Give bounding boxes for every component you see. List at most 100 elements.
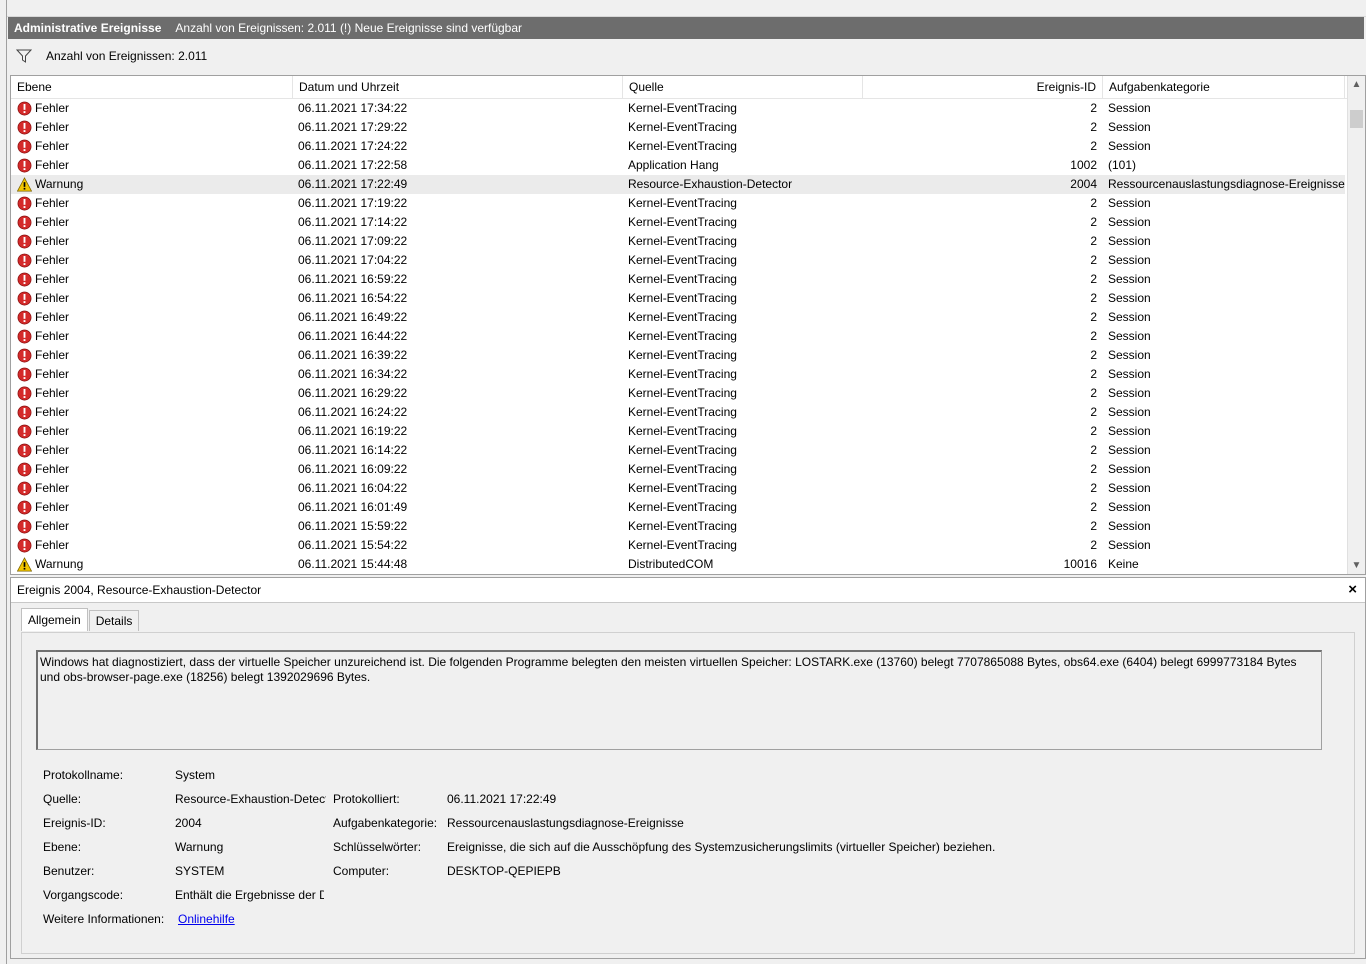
table-row[interactable]: Fehler 06.11.2021 16:04:22 Kernel-EventTra… (11, 479, 1345, 498)
tab-details[interactable]: Details (88, 610, 140, 631)
cell-task-category: Session (1108, 424, 1151, 438)
cell-level: Warnung (17, 555, 293, 574)
cell-task-category: Session (1108, 215, 1151, 229)
vertical-scrollbar[interactable]: ▲ ▼ (1347, 76, 1365, 574)
column-header-date[interactable]: Datum und Uhrzeit (293, 76, 623, 98)
cell-source: Kernel-EventTracing (628, 519, 737, 533)
cell-source: Application Hang (628, 158, 719, 172)
table-row[interactable]: Fehler 06.11.2021 16:09:22 Kernel-EventTra… (11, 460, 1345, 479)
label-schluesselwoerter: Schlüsselwörter: (333, 840, 422, 854)
table-header: Ebene Datum und Uhrzeit Quelle Ereignis-… (11, 76, 1365, 99)
cell-task-category: Session (1108, 538, 1151, 552)
cell-date: 06.11.2021 15:54:22 (298, 538, 408, 552)
table-row[interactable]: Fehler 06.11.2021 16:34:22 Kernel-EventTra… (11, 365, 1345, 384)
cell-level: Fehler (17, 194, 293, 213)
event-detail-panel: Ereignis 2004, Resource-Exhaustion-Detec… (10, 577, 1366, 959)
table-row[interactable]: Fehler 06.11.2021 17:09:22 Kernel-EventTra… (11, 232, 1345, 251)
column-header-source[interactable]: Quelle (623, 76, 863, 98)
table-row[interactable]: Fehler 06.11.2021 16:19:22 Kernel-EventTra… (11, 422, 1345, 441)
table-row[interactable]: Warnung 06.11.2021 17:22:49 Resource-Exhau… (11, 175, 1345, 194)
cell-level: Fehler (17, 403, 293, 422)
column-header-level[interactable]: Ebene (11, 76, 293, 98)
level-text: Fehler (35, 196, 70, 210)
scroll-up-icon[interactable]: ▲ (1348, 76, 1365, 93)
cell-date: 06.11.2021 15:44:48 (298, 557, 408, 571)
cell-level: Fehler (17, 536, 293, 555)
label-protokolliert: Protokolliert: (333, 792, 400, 806)
table-row[interactable]: Fehler 06.11.2021 17:22:58 Application Han… (11, 156, 1345, 175)
cell-event-id: 2 (1090, 500, 1097, 514)
cell-date: 06.11.2021 16:01:49 (298, 500, 408, 514)
table-row[interactable]: Fehler 06.11.2021 15:54:22 Kernel-EventTra… (11, 536, 1345, 555)
cell-date: 06.11.2021 17:34:22 (298, 101, 408, 115)
cell-source: Kernel-EventTracing (628, 462, 737, 476)
online-help-link[interactable]: Onlinehilfe (178, 911, 298, 927)
table-row[interactable]: Fehler 06.11.2021 16:24:22 Kernel-EventTra… (11, 403, 1345, 422)
value-ereignis-id: 2004 (175, 816, 202, 830)
cell-source: Kernel-EventTracing (628, 291, 737, 305)
cell-task-category: Session (1108, 348, 1151, 362)
table-row[interactable]: Fehler 06.11.2021 17:14:22 Kernel-EventTra… (11, 213, 1345, 232)
label-benutzer: Benutzer: (43, 864, 95, 878)
cell-event-id: 2 (1090, 443, 1097, 457)
cell-event-id: 2 (1090, 405, 1097, 419)
cell-level: Fehler (17, 327, 293, 346)
level-text: Fehler (35, 367, 70, 381)
cell-task-category: Session (1108, 329, 1151, 343)
value-computer: DESKTOP-QEPIEPB (447, 864, 561, 878)
event-description[interactable]: Windows hat diagnostiziert, dass der vir… (36, 650, 1322, 750)
cell-date: 06.11.2021 17:04:22 (298, 253, 408, 267)
table-row[interactable]: Fehler 06.11.2021 17:04:22 Kernel-EventTra… (11, 251, 1345, 270)
cell-task-category: Session (1108, 196, 1151, 210)
table-row[interactable]: Fehler 06.11.2021 17:34:22 Kernel-EventTra… (11, 99, 1345, 118)
scroll-down-icon[interactable]: ▼ (1348, 557, 1365, 574)
level-text: Fehler (35, 424, 70, 438)
level-text: Warnung (35, 557, 84, 571)
column-header-event-id[interactable]: Ereignis-ID (863, 76, 1103, 98)
error-icon (17, 538, 32, 553)
cell-source: Kernel-EventTracing (628, 481, 737, 495)
cell-source: Kernel-EventTracing (628, 500, 737, 514)
level-text: Fehler (35, 272, 70, 286)
cell-task-category: Session (1108, 272, 1151, 286)
cell-date: 06.11.2021 16:14:22 (298, 443, 408, 457)
tab-allgemein[interactable]: Allgemein (21, 608, 88, 631)
cell-source: Kernel-EventTracing (628, 367, 737, 381)
event-table: Ebene Datum und Uhrzeit Quelle Ereignis-… (10, 75, 1366, 575)
cell-date: 06.11.2021 16:59:22 (298, 272, 408, 286)
cell-source: Kernel-EventTracing (628, 101, 737, 115)
filter-icon[interactable] (16, 48, 32, 64)
table-row[interactable]: Fehler 06.11.2021 17:29:22 Kernel-EventTra… (11, 118, 1345, 137)
cell-level: Fehler (17, 289, 293, 308)
left-pane-edge (0, 0, 7, 964)
close-icon[interactable]: × (1348, 578, 1357, 602)
table-row[interactable]: Fehler 06.11.2021 16:49:22 Kernel-EventTra… (11, 308, 1345, 327)
table-row[interactable]: Fehler 06.11.2021 16:44:22 Kernel-EventTra… (11, 327, 1345, 346)
scroll-thumb[interactable] (1350, 110, 1363, 128)
panel-titlebar: Administrative Ereignisse Anzahl von Ere… (8, 17, 1364, 39)
table-row[interactable]: Fehler 06.11.2021 17:19:22 Kernel-EventTra… (11, 194, 1345, 213)
cell-source: Kernel-EventTracing (628, 196, 737, 210)
cell-task-category: Ressourcenauslastungsdiagnose-Ereignisse (1108, 177, 1345, 191)
table-row[interactable]: Fehler 06.11.2021 15:59:22 Kernel-EventTra… (11, 517, 1345, 536)
table-row[interactable]: Fehler 06.11.2021 16:01:49 Kernel-EventTra… (11, 498, 1345, 517)
table-row[interactable]: Fehler 06.11.2021 16:39:22 Kernel-EventTra… (11, 346, 1345, 365)
error-icon (17, 272, 32, 287)
table-row[interactable]: Fehler 06.11.2021 16:59:22 Kernel-EventTra… (11, 270, 1345, 289)
table-row[interactable]: Fehler 06.11.2021 16:54:22 Kernel-EventTra… (11, 289, 1345, 308)
cell-task-category: Session (1108, 367, 1151, 381)
cell-level: Fehler (17, 156, 293, 175)
table-row[interactable]: Warnung 06.11.2021 15:44:48 DistributedCOM… (11, 555, 1345, 574)
table-row[interactable]: Fehler 06.11.2021 16:29:22 Kernel-EventTra… (11, 384, 1345, 403)
cell-task-category: Session (1108, 481, 1151, 495)
event-count-notice[interactable]: Anzahl von Ereignissen: 2.011 (!) Neue E… (175, 21, 522, 35)
cell-level: Fehler (17, 498, 293, 517)
column-header-task-category[interactable]: Aufgabenkategorie (1103, 76, 1345, 98)
cell-task-category: Session (1108, 386, 1151, 400)
cell-event-id: 2 (1090, 234, 1097, 248)
table-row[interactable]: Fehler 06.11.2021 16:14:22 Kernel-EventTra… (11, 441, 1345, 460)
cell-source: DistributedCOM (628, 557, 714, 571)
cell-event-id: 2 (1090, 215, 1097, 229)
value-aufgabenkategorie: Ressourcenauslastungsdiagnose-Ereignisse (447, 816, 684, 830)
table-row[interactable]: Fehler 06.11.2021 17:24:22 Kernel-EventTra… (11, 137, 1345, 156)
